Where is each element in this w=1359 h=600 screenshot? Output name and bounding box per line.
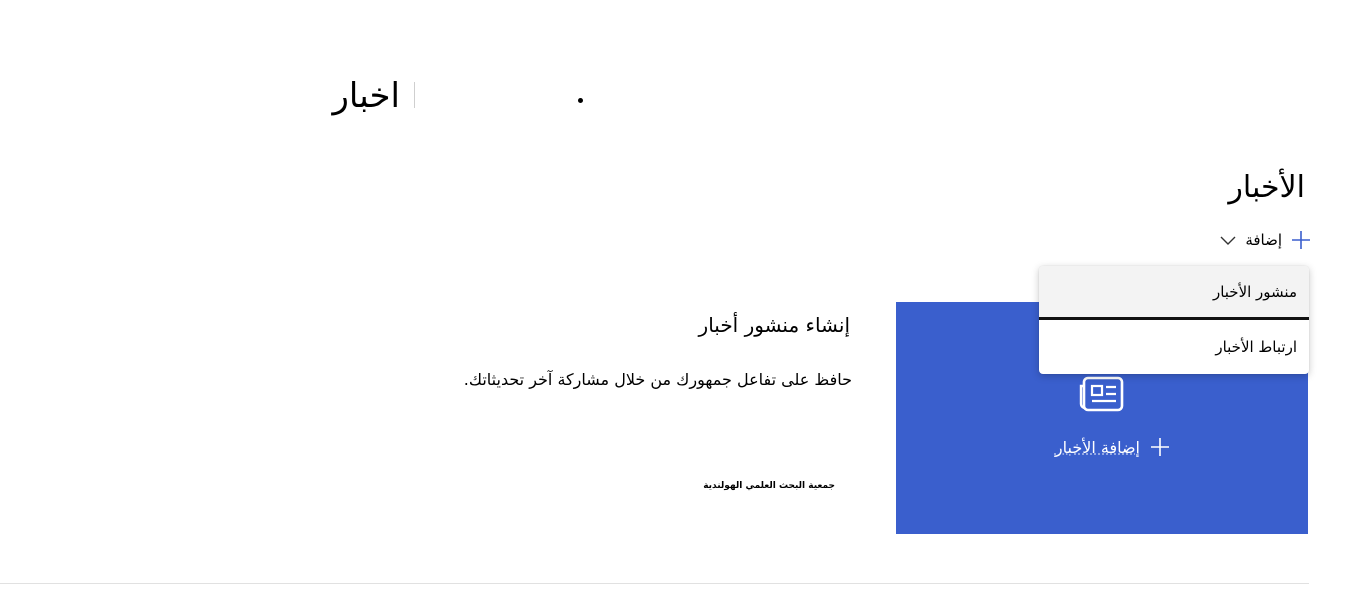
plus-icon [1292,231,1310,249]
create-news-post-title: إنشاء منشور أخبار [698,313,850,337]
add-news-label: إضافة [1245,231,1282,249]
menu-item-label: منشور الأخبار [1212,282,1297,301]
title-separator [414,82,415,108]
organization-name: جمعية البحث العلمي الهولندية [703,481,835,491]
menu-item-label: ارتباط الأخبار [1215,338,1297,356]
menu-item-news-link[interactable]: ارتباط الأخبار [1039,320,1309,374]
add-news-dropdown-button[interactable]: إضافة [1200,225,1312,255]
add-news-card-button[interactable]: إضافة الأخبار [1030,434,1170,460]
add-news-card-label: إضافة الأخبار [1054,437,1140,457]
add-news-menu: منشور الأخبار ارتباط الأخبار [1039,266,1309,374]
plus-icon [1151,438,1169,456]
create-news-post-description: حافظ على تفاعل جمهورك من خلال مشاركة آخر… [463,370,852,389]
title-dot [578,98,583,103]
page-title: اخبار [332,76,400,116]
section-divider [0,583,1309,584]
chevron-down-icon [1220,236,1236,245]
news-section-title: الأخبار [1228,170,1305,205]
news-icon [1079,376,1124,412]
menu-item-news-post[interactable]: منشور الأخبار [1039,266,1309,320]
